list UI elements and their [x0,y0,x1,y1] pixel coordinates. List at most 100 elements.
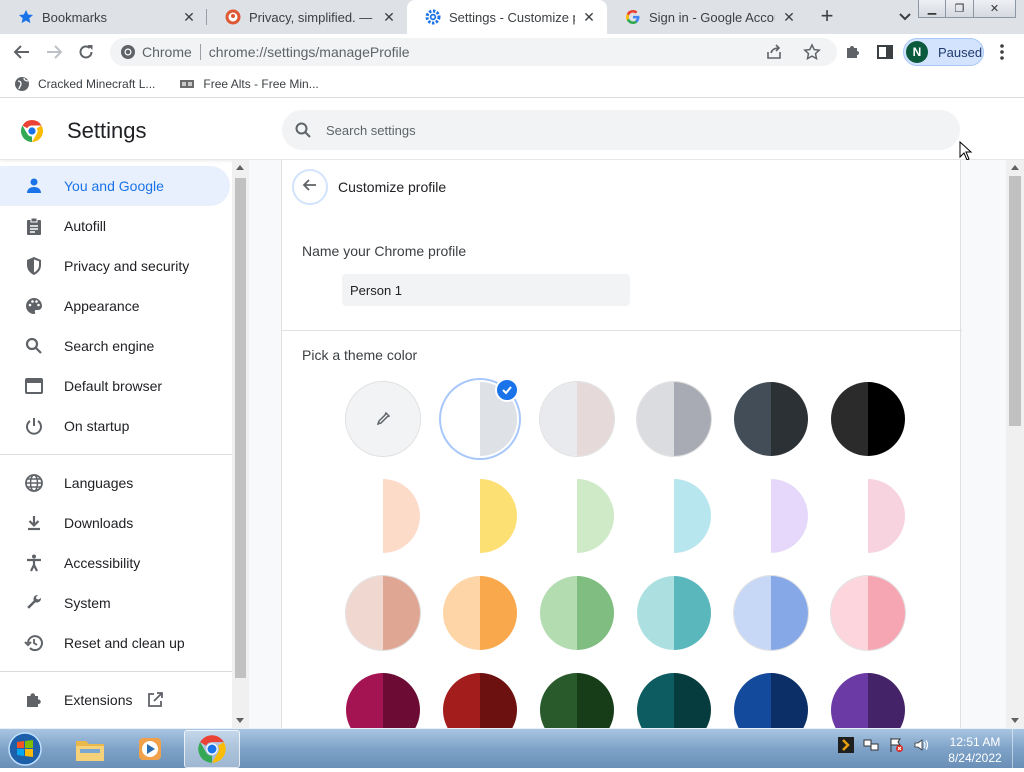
reload-icon[interactable] [74,40,98,64]
profile-name-label: Name your Chrome profile [302,243,467,259]
nav-downloads[interactable]: Downloads [0,503,230,543]
scroll-down-icon[interactable] [1011,718,1019,723]
theme-color-swatch[interactable] [443,479,517,553]
mouse-cursor-icon [959,140,973,161]
bookmarks-bar: Cracked Minecraft L... Free Alts - Free … [0,70,1024,98]
theme-color-swatch[interactable] [443,673,517,728]
close-tab-icon[interactable]: ✕ [781,9,797,25]
back-button[interactable] [292,169,328,205]
tab-settings[interactable]: Settings - Customize profile ✕ [407,0,607,34]
omnibox[interactable]: Chrome chrome://settings/manageProfile [110,38,837,66]
theme-color-swatch[interactable] [540,382,614,456]
nav-on-startup[interactable]: On startup [0,406,230,446]
browser-window-icon [24,376,44,396]
swatch-left-half [540,382,577,456]
nav-default-browser[interactable]: Default browser [0,366,230,406]
scroll-up-icon[interactable] [1011,165,1019,170]
theme-color-swatch[interactable] [540,479,614,553]
nav-label: Extensions [64,692,133,708]
nav-label: Privacy and security [64,258,190,274]
action-center-icon[interactable] [888,737,904,753]
theme-color-swatch[interactable] [346,576,420,650]
theme-color-swatch[interactable] [734,576,808,650]
url-text[interactable]: chrome://settings/manageProfile [209,44,410,60]
theme-color-swatch[interactable] [637,382,711,456]
volume-icon[interactable] [913,737,929,753]
side-panel-icon[interactable] [876,43,894,61]
bookmark-star-icon[interactable] [803,43,821,61]
explorer-taskbar-icon[interactable] [62,730,118,768]
plex-icon[interactable] [838,737,854,753]
theme-color-swatch[interactable] [831,479,905,553]
profile-chip[interactable]: N Paused [903,38,984,66]
theme-color-swatch[interactable] [540,576,614,650]
swatch-left-half [831,382,868,456]
nav-system[interactable]: System [0,583,230,623]
nav-privacy[interactable]: Privacy and security [0,246,230,286]
new-tab-icon[interactable]: + [815,5,839,29]
theme-color-swatch[interactable] [637,479,711,553]
tab-bookmarks[interactable]: Bookmarks ✕ [0,0,207,34]
chevron-down-icon[interactable] [897,8,913,24]
site-info[interactable]: Chrome [110,44,192,60]
theme-color-swatch[interactable] [831,576,905,650]
bookmark-item[interactable]: Free Alts - Free Min... [179,76,319,92]
close-window-icon[interactable]: ✕ [974,0,1016,18]
search-input[interactable] [326,122,886,138]
custom-color-swatch[interactable] [346,382,420,456]
theme-color-swatch[interactable] [734,673,808,728]
customize-profile-card: Customize profile Name your Chrome profi… [281,160,962,728]
main-scrollbar[interactable] [1006,160,1024,728]
extensions-puzzle-icon[interactable] [844,43,862,61]
nav-label: Downloads [64,515,134,531]
scroll-up-icon[interactable] [236,165,244,170]
close-tab-icon[interactable]: ✕ [381,9,397,25]
swatch-left-half [346,673,383,728]
scroll-down-icon[interactable] [236,718,244,723]
theme-color-swatch[interactable] [734,382,808,456]
start-button[interactable] [4,731,46,767]
theme-color-swatch[interactable] [831,673,905,728]
theme-color-swatch[interactable] [443,576,517,650]
nav-languages[interactable]: Languages [0,463,230,503]
tab-google-signin[interactable]: Sign in - Google Accounts ✕ [607,0,807,34]
sidebar-scrollbar[interactable] [232,160,249,728]
back-arrow-icon[interactable] [10,40,34,64]
bookmark-item[interactable]: Cracked Minecraft L... [14,76,155,92]
theme-color-swatch[interactable] [540,673,614,728]
theme-color-swatch[interactable] [637,576,711,650]
theme-color-swatch[interactable] [637,673,711,728]
share-icon[interactable] [765,43,783,61]
search-settings-box[interactable] [282,110,960,150]
scrollbar-thumb[interactable] [235,178,246,678]
nav-autofill[interactable]: Autofill [0,206,230,246]
nav-appearance[interactable]: Appearance [0,286,230,326]
star-icon [18,9,34,25]
profile-name-input[interactable] [342,274,630,306]
nav-search-engine[interactable]: Search engine [0,326,230,366]
scrollbar-thumb[interactable] [1009,176,1021,426]
nav-extensions[interactable]: Extensions [0,680,230,720]
show-desktop-button[interactable] [1012,729,1024,769]
nav-reset[interactable]: Reset and clean up [0,623,230,663]
kebab-menu-icon[interactable] [994,42,1010,62]
close-tab-icon[interactable]: ✕ [581,9,597,25]
nav-accessibility[interactable]: Accessibility [0,543,230,583]
wrench-icon [24,593,44,613]
system-clock[interactable]: 12:51 AM 8/24/2022 [942,734,1008,766]
swatch-left-half [540,673,577,728]
theme-color-swatch[interactable] [831,382,905,456]
close-tab-icon[interactable]: ✕ [181,9,197,25]
taskbar: 12:51 AM 8/24/2022 [0,728,1024,769]
restore-icon[interactable]: ❐ [946,0,974,18]
theme-color-swatch[interactable] [734,479,808,553]
network-icon[interactable] [863,737,879,753]
tab-duckduckgo[interactable]: Privacy, simplified. — Duck ✕ [207,0,407,34]
nav-you-and-google[interactable]: You and Google [0,166,230,206]
theme-color-swatch[interactable] [346,479,420,553]
minimize-icon[interactable]: ▁ [918,0,946,18]
chrome-taskbar-icon[interactable] [184,730,240,768]
theme-color-swatch[interactable] [346,673,420,728]
forward-arrow-icon[interactable] [42,40,66,64]
media-player-taskbar-icon[interactable] [122,730,178,768]
